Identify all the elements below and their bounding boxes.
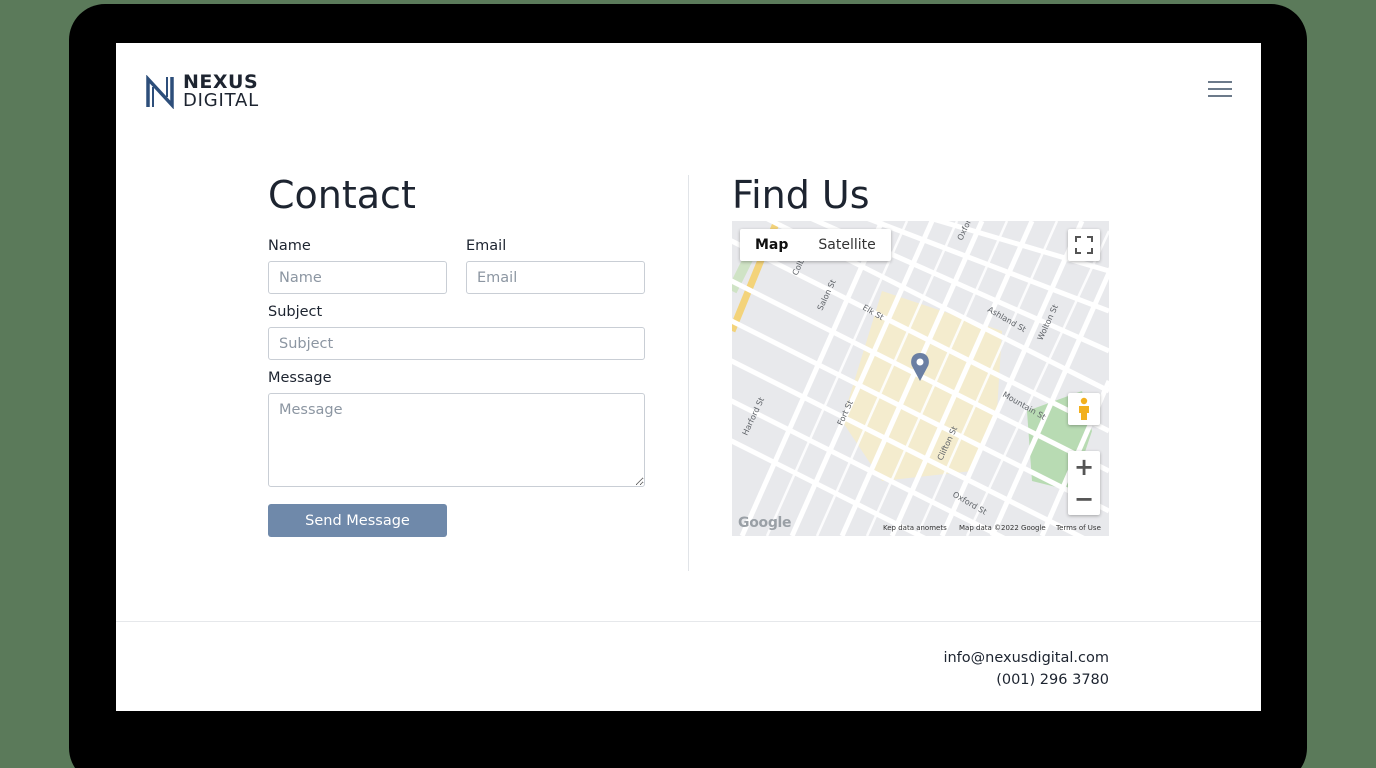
subject-input[interactable]	[268, 327, 645, 360]
google-logo: Google	[738, 515, 792, 531]
map-type-toggle: Map Satellite	[740, 229, 891, 261]
find-us-title: Find Us	[732, 173, 870, 217]
message-textarea[interactable]	[268, 393, 645, 487]
map-terms-link[interactable]: Terms of Use	[1056, 524, 1101, 532]
street-view-button[interactable]	[1068, 393, 1100, 425]
send-message-button[interactable]: Send Message	[268, 504, 447, 537]
subject-label: Subject	[268, 304, 323, 320]
map-embed[interactable]: Oxford StColby StSalon StElk StAshland S…	[732, 221, 1109, 536]
brand-text: NEXUS DIGITAL	[183, 73, 259, 110]
name-label: Name	[268, 238, 311, 254]
message-label: Message	[268, 370, 332, 386]
name-input[interactable]	[268, 261, 447, 294]
column-divider	[688, 175, 689, 571]
footer-phone[interactable]: (001) 296 3780	[943, 669, 1109, 691]
hamburger-menu-icon[interactable]	[1208, 81, 1232, 99]
map-tiles: Oxford StColby StSalon StElk StAshland S…	[732, 221, 1109, 536]
zoom-controls: + −	[1068, 451, 1100, 515]
brand-logo[interactable]: NEXUS DIGITAL	[145, 73, 259, 110]
fullscreen-icon	[1075, 236, 1093, 254]
contact-title: Contact	[268, 173, 416, 217]
map-type-map[interactable]: Map	[740, 229, 803, 261]
zoom-out-button[interactable]: −	[1068, 483, 1100, 515]
zoom-in-button[interactable]: +	[1068, 451, 1100, 483]
map-keyboard-shortcuts[interactable]: Kep data anomets	[883, 524, 947, 532]
email-input[interactable]	[466, 261, 645, 294]
footer-contact: info@nexusdigital.com (001) 296 3780	[943, 647, 1109, 691]
map-type-satellite[interactable]: Satellite	[803, 229, 890, 261]
screen: NEXUS DIGITAL Contact Name Email Subject…	[116, 43, 1261, 711]
fullscreen-button[interactable]	[1068, 229, 1100, 261]
pegman-icon	[1079, 397, 1089, 420]
footer-divider	[116, 621, 1261, 622]
footer-email[interactable]: info@nexusdigital.com	[943, 647, 1109, 669]
brand-line2: DIGITAL	[183, 90, 259, 111]
nexus-logo-icon	[146, 74, 174, 109]
map-data-attribution: Map data ©2022 Google	[959, 524, 1046, 532]
email-label: Email	[466, 238, 507, 254]
